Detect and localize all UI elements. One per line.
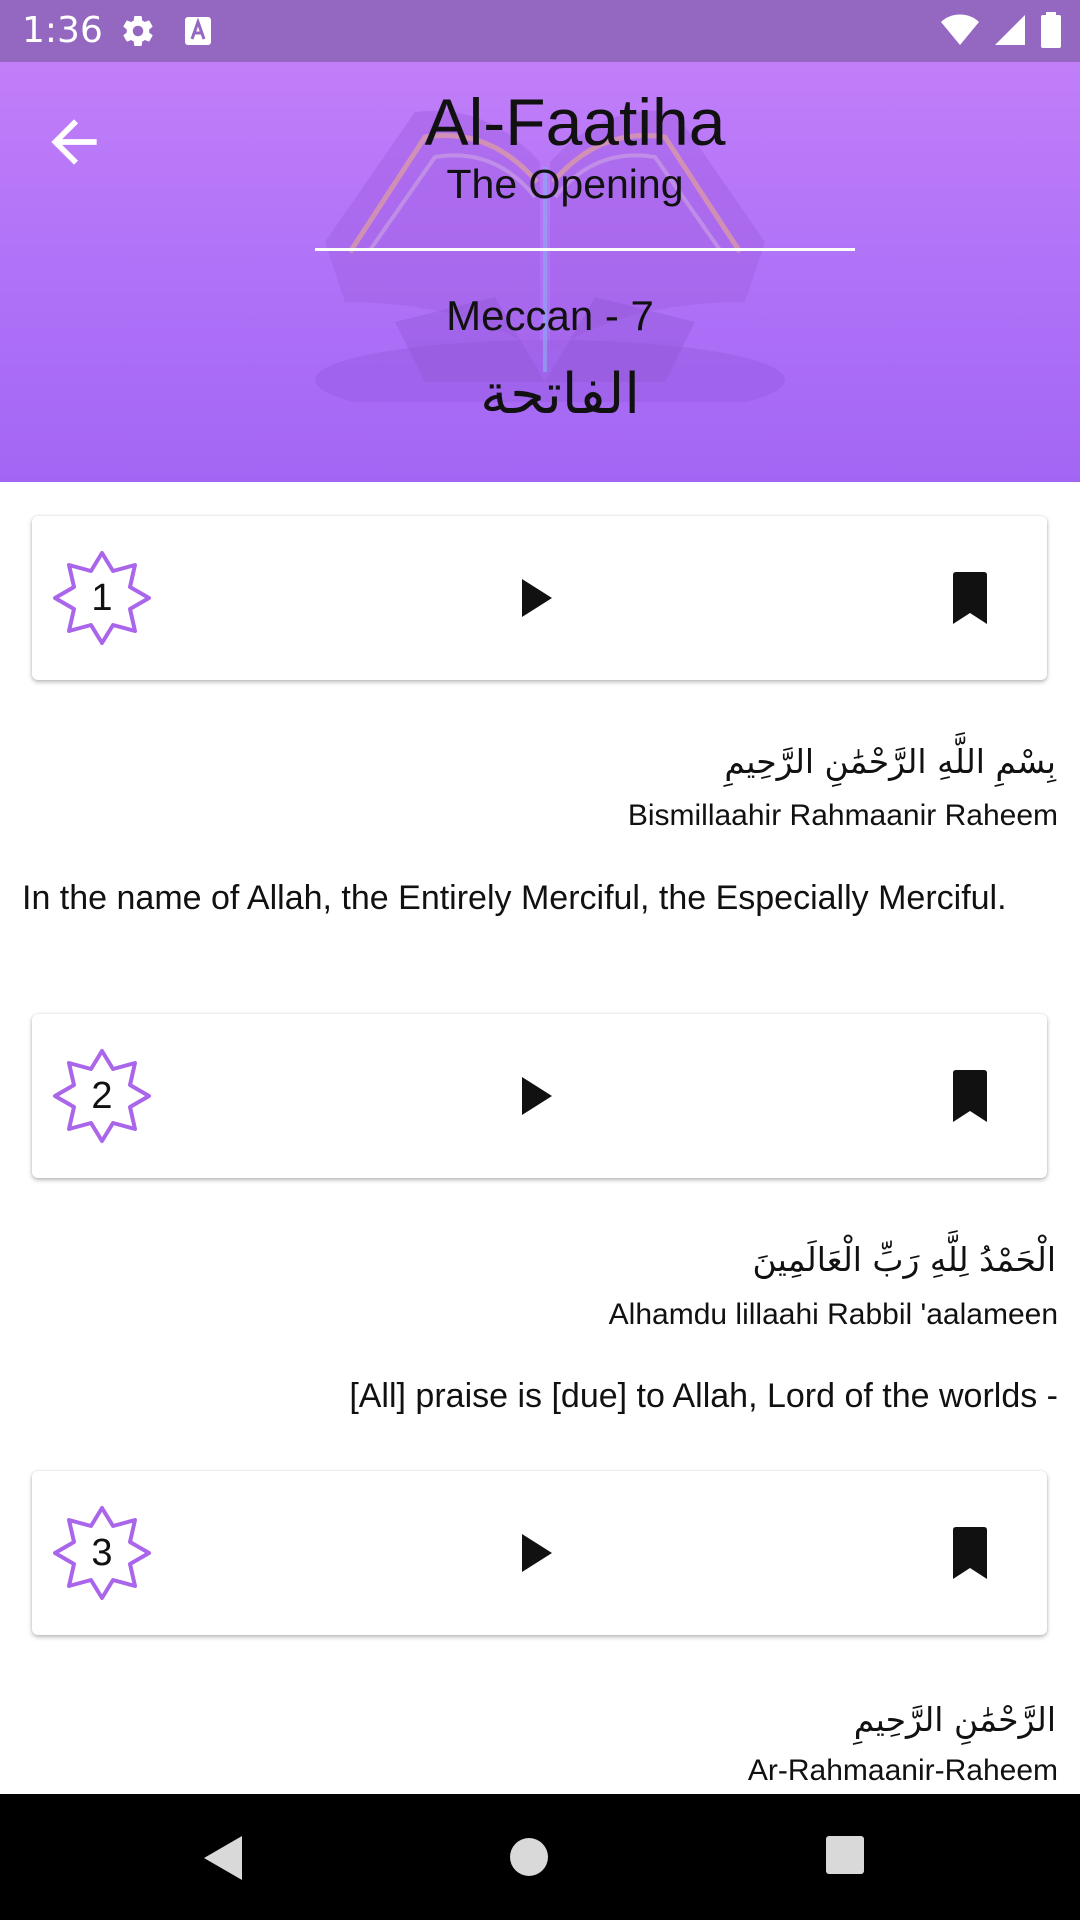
bookmark-button[interactable] [938, 566, 1002, 630]
wifi-icon [940, 14, 979, 45]
nav-home-icon [510, 1838, 548, 1876]
verse-number-badge: 2 [52, 1048, 152, 1144]
nav-back-button[interactable] [198, 1832, 248, 1888]
play-icon [522, 1077, 552, 1115]
verse-transliteration: Ar-Rahmaanir-Raheem [747, 1754, 1058, 1787]
surah-arabic-name: الفاتحة [480, 362, 640, 427]
verse-transliteration: Bismillaahir Rahmaanir Raheem [627, 799, 1058, 832]
bookmark-icon [953, 572, 987, 624]
play-button[interactable] [504, 566, 568, 630]
verse-card: 1 [32, 516, 1047, 680]
verse-transliteration: Alhamdu lillaahi Rabbil 'aalameen [608, 1298, 1058, 1331]
verse-number-badge: 3 [52, 1505, 152, 1601]
nav-back-icon [204, 1836, 242, 1880]
verse-card: 3 [32, 1471, 1047, 1635]
verse-card: 2 [32, 1014, 1047, 1178]
nav-home-button[interactable] [502, 1830, 556, 1888]
signal-icon [994, 15, 1025, 45]
revelation-info: Meccan - 7 [446, 292, 654, 339]
battery-icon [1041, 12, 1061, 48]
verse-number: 3 [91, 1532, 113, 1574]
nav-recents-button[interactable] [822, 1832, 868, 1882]
status-time: 1:36 [22, 10, 103, 51]
header-divider [315, 248, 855, 251]
status-right-icons [932, 12, 1062, 48]
bookmark-icon [953, 1070, 987, 1122]
verse-arabic: بِسْمِ اللَّهِ الرَّحْمَٰنِ الرَّحِيمِ [724, 742, 1056, 781]
verse-arabic: الْحَمْدُ لِلَّهِ رَبِّ الْعَالَمِينَ [752, 1240, 1056, 1279]
play-button[interactable] [504, 1521, 568, 1585]
verse-translation: [All] praise is [due] to Allah, Lord of … [349, 1377, 1058, 1415]
verse-number: 1 [91, 577, 113, 619]
verse-arabic: الرَّحْمَٰنِ الرَّحِيمِ [853, 1700, 1056, 1739]
surah-subtitle: The Opening [446, 161, 684, 207]
verse-number-badge: 1 [52, 550, 152, 646]
play-icon [522, 579, 552, 617]
verse-translation: In the name of Allah, the Entirely Merci… [22, 879, 1007, 917]
bookmark-icon [953, 1527, 987, 1579]
surah-title: Al-Faatiha [424, 85, 726, 159]
back-button[interactable] [40, 108, 108, 176]
surah-header: Al-Faatiha The Opening Meccan - 7 الفاتح… [0, 62, 1080, 482]
nav-recents-icon [826, 1836, 864, 1874]
keyboard-a-icon [184, 16, 212, 50]
verse-number: 2 [91, 1075, 113, 1117]
navigation-bar [0, 1794, 1080, 1920]
play-button[interactable] [504, 1064, 568, 1128]
bookmark-button[interactable] [938, 1064, 1002, 1128]
arrow-back-icon [51, 119, 97, 165]
settings-icon [120, 13, 156, 53]
play-icon [522, 1534, 552, 1572]
status-bar: 1:36 [0, 0, 1080, 62]
bookmark-button[interactable] [938, 1521, 1002, 1585]
